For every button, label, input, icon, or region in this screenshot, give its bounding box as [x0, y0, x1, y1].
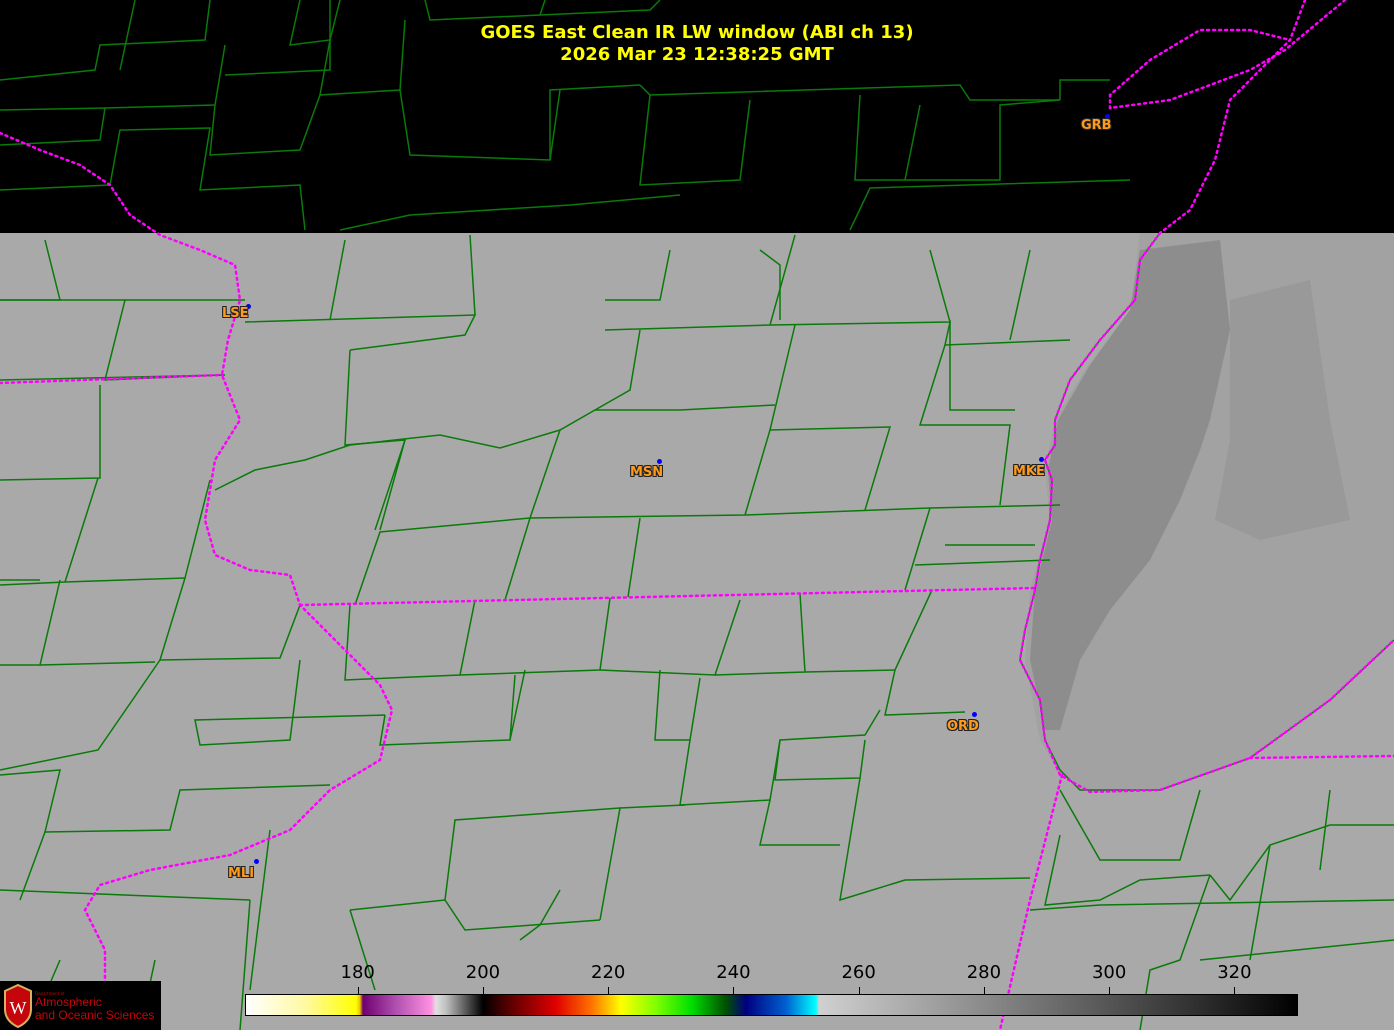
county-line [599, 599, 741, 676]
county-line [605, 249, 671, 301]
colorbar-tick [608, 987, 610, 994]
county-line [214, 409, 596, 491]
county-line [244, 314, 477, 351]
colorbar-tick-label: 260 [841, 962, 876, 983]
station-dot-msn [657, 459, 662, 464]
colorbar-tick [482, 987, 484, 994]
colorbar-tick [357, 987, 359, 994]
county-line [249, 829, 271, 991]
county-line [444, 807, 621, 901]
colorbar-tick-label: 300 [1091, 962, 1127, 983]
colorbar-tick [733, 987, 735, 994]
county-line [529, 504, 1061, 519]
colorbar-tick-label: 320 [1217, 962, 1252, 983]
station-label-grb: GRB [1081, 118, 1112, 133]
county-line [744, 429, 771, 516]
county-line [354, 429, 561, 606]
colorbar-tick-label: 240 [716, 962, 751, 983]
county-line [19, 831, 46, 901]
county-line [39, 661, 156, 666]
county-line [654, 669, 701, 741]
county-line [679, 709, 881, 806]
uw-crest-icon: W [4, 983, 32, 1029]
county-line [0, 385, 101, 481]
county-line [1044, 834, 1211, 906]
station-label-mli: MLI [228, 866, 255, 881]
colorbar-tick-label: 220 [591, 962, 626, 983]
county-line [884, 669, 966, 716]
satellite-map-view: GOES East Clean IR LW window (ABI ch 13)… [0, 0, 1394, 1030]
county-line [1009, 249, 1031, 341]
colorbar-tick [1109, 987, 1111, 994]
county-line [0, 239, 61, 301]
logo-line1: Atmospheric [35, 995, 102, 1009]
image-title: GOES East Clean IR LW window (ABI ch 13) [480, 22, 914, 43]
station-dot-mke [1039, 457, 1044, 462]
svg-text:W: W [10, 998, 27, 1018]
county-line [0, 659, 161, 771]
station-dot-mli [254, 859, 259, 864]
county-line [349, 899, 446, 911]
county-line [1059, 789, 1201, 861]
station-label-mke: MKE [1013, 464, 1045, 479]
county-line [374, 439, 406, 531]
station-label-msn: MSN [630, 465, 664, 480]
county-line [592, 329, 776, 411]
county-line [519, 889, 561, 941]
state-boundary-line [1248, 754, 1394, 760]
county-line [804, 589, 933, 673]
colorbar-tick [1234, 987, 1236, 994]
county-line [469, 234, 476, 316]
county-line [914, 559, 1051, 566]
county-line [604, 234, 796, 331]
county-line [1209, 824, 1394, 902]
colorbar-tick [858, 987, 860, 994]
county-line [949, 320, 1015, 411]
state-boundary-line [0, 131, 394, 992]
county-line [759, 799, 840, 846]
county-line [627, 517, 641, 598]
county-line [944, 321, 1071, 346]
county-line [839, 777, 1031, 902]
state-boundary-line [298, 586, 1037, 607]
county-line [769, 249, 951, 326]
county-line [0, 477, 99, 586]
county-line [0, 299, 221, 381]
colorbar-tick [983, 987, 985, 994]
station-label-lse: LSE [222, 306, 249, 321]
county-line [379, 674, 516, 746]
county-line [1199, 939, 1394, 961]
colorbar-tick-label: 180 [340, 962, 375, 983]
county-line [918, 344, 1011, 506]
county-line [759, 249, 781, 320]
state-boundary-line [998, 773, 1064, 1030]
county-line [504, 517, 531, 601]
county-line [459, 597, 611, 676]
county-line [184, 479, 211, 579]
county-line [194, 659, 386, 746]
aos-logo: W Department of Atmospheric and Oceanic S… [0, 981, 161, 1030]
image-timestamp: 2026 Mar 23 12:38:25 GMT [560, 44, 834, 65]
county-line [0, 889, 251, 901]
county-line [904, 507, 931, 591]
county-line [0, 579, 61, 666]
county-line [64, 577, 301, 661]
logo-dept-name: Atmospheric and Oceanic Sciences [35, 996, 154, 1022]
county-line [769, 324, 892, 511]
county-line [0, 769, 331, 833]
county-line [774, 739, 866, 781]
temperature-colorbar [245, 994, 1298, 1016]
station-label-ord: ORD [947, 719, 979, 734]
county-line [444, 899, 601, 931]
colorbar-tick-label: 280 [966, 962, 1002, 983]
county-line [599, 804, 686, 921]
map-canvas [0, 0, 1394, 1030]
county-line [329, 239, 346, 321]
logo-line2: and Oceanic Sciences [35, 1008, 155, 1022]
colorbar-tick-label: 200 [465, 962, 501, 983]
station-dot-ord [972, 712, 977, 717]
county-line [1319, 789, 1331, 871]
